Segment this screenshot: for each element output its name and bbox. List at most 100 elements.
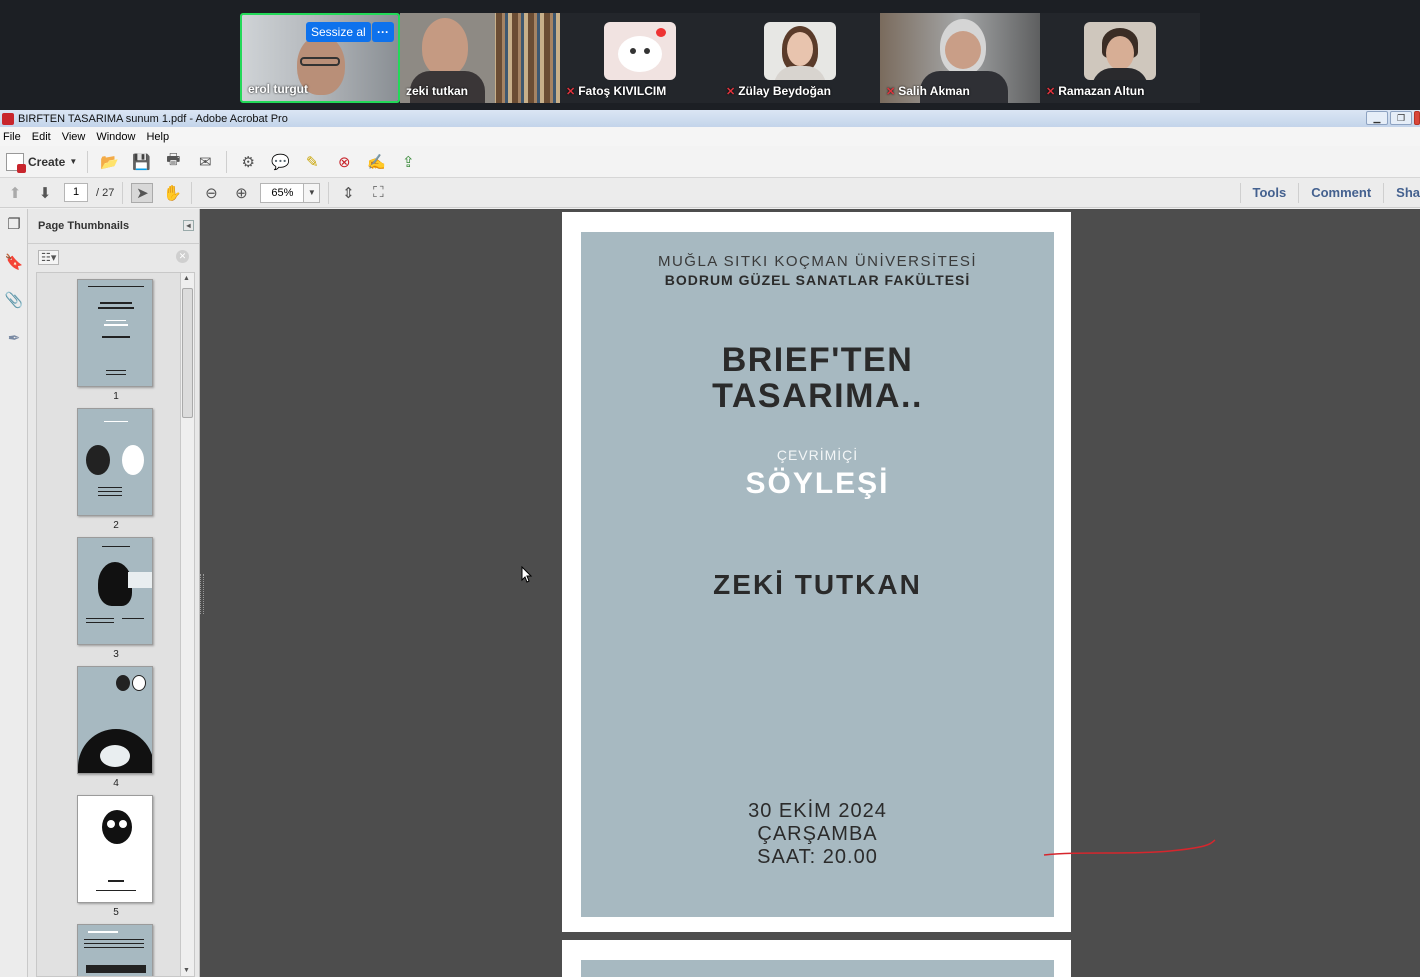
mic-muted-icon: ✕ — [566, 85, 576, 98]
save-icon[interactable]: 💾 — [130, 152, 152, 172]
participant-tile[interactable]: ✕ Ramazan Altun — [1040, 13, 1200, 103]
navigation-rail: ❐ 🔖 📎 ✒ — [0, 209, 28, 977]
participant-tile[interactable]: ✕ Fatoş KIVILCIM — [560, 13, 720, 103]
scrollbar-thumb[interactable] — [182, 288, 193, 418]
acrobat-logo-icon — [2, 112, 14, 125]
toolbar-divider — [122, 181, 124, 204]
redact-icon[interactable]: ⊗ — [333, 152, 355, 172]
thumbnail-item[interactable]: 4 — [77, 666, 155, 789]
main-toolbar: Create ▼ 📂 💾 🖶 ✉ ⚙ 💬 ✎ ⊗ ✍ ⇪ — [0, 146, 1420, 178]
select-cursor-icon[interactable]: ➤ — [131, 182, 154, 203]
print-icon[interactable]: 🖶 — [162, 151, 184, 172]
options-menu-icon[interactable]: ☷▾ — [38, 249, 60, 265]
thumbnail-list: 1 2 3 4 5 — [36, 272, 186, 977]
mouse-cursor-icon — [521, 566, 533, 583]
minimize-button[interactable]: ▁ — [1366, 111, 1388, 125]
poster-day: ÇARŞAMBA — [757, 823, 878, 845]
participant-name-text: Salih Akman — [898, 84, 970, 98]
menu-window[interactable]: Window — [96, 131, 135, 143]
participant-tile[interactable]: zeki tutkan — [400, 13, 560, 103]
menu-edit[interactable]: Edit — [32, 131, 51, 143]
sign-icon[interactable]: ✍ — [365, 152, 387, 172]
title-bar[interactable]: BIRFTEN TASARIMA sunum 1.pdf - Adobe Acr… — [0, 110, 1420, 127]
zoom-in-icon[interactable]: ⊕ — [230, 183, 252, 203]
thumbnail-image — [77, 924, 153, 976]
tab-share[interactable]: Sha — [1383, 183, 1420, 203]
attachment-icon[interactable]: 📎 — [4, 291, 24, 311]
poster-university: MUĞLA SITKI KOÇMAN ÜNİVERSİTESİ — [657, 253, 978, 270]
poster-title-line2: TASARIMA.. — [712, 377, 923, 415]
document-view[interactable]: MUĞLA SITKI KOÇMAN ÜNİVERSİTESİ BODRUM G… — [200, 209, 1420, 977]
panel-splitter[interactable] — [200, 574, 204, 614]
collapse-panel-icon[interactable]: ◂ — [183, 220, 194, 231]
highlight-icon[interactable]: ✎ — [301, 152, 323, 172]
export-icon[interactable]: ⇪ — [397, 152, 419, 172]
fit-page-icon[interactable]: ⇕ — [337, 183, 359, 203]
pdf-page — [562, 940, 1071, 977]
poster-speaker: ZEKİ TUTKAN — [713, 569, 922, 600]
page-number-input[interactable]: 1 — [64, 183, 88, 202]
avatar — [604, 22, 676, 80]
create-button[interactable]: Create ▼ — [6, 152, 78, 173]
next-page-icon[interactable]: ⬇ — [34, 183, 56, 203]
navigation-toolbar: ⬆ ⬇ 1 / 27 ➤ ✋ ⊖ ⊕ 65% ▼ ⇕ ⛶ Tools Comme… — [0, 178, 1420, 208]
hand-tool-icon[interactable]: ✋ — [161, 183, 183, 203]
participant-name: ✕ Ramazan Altun — [1046, 84, 1144, 98]
chevron-down-icon: ▼ — [69, 157, 78, 166]
scroll-down-icon[interactable]: ▼ — [183, 967, 190, 974]
poster-time: SAAT: 20.00 — [757, 846, 878, 868]
toolbar-divider — [328, 181, 330, 204]
zoom-level-input[interactable]: 65% — [260, 182, 305, 203]
gear-icon[interactable]: ⚙ — [237, 152, 259, 172]
acrobat-window: BIRFTEN TASARIMA sunum 1.pdf - Adobe Acr… — [0, 110, 1420, 977]
participant-name: ✕ Fatoş KIVILCIM — [566, 84, 666, 98]
mic-muted-icon: ✕ — [726, 85, 736, 98]
menu-file[interactable]: File — [3, 131, 21, 143]
fit-width-icon[interactable]: ⛶ — [367, 183, 389, 203]
thumbnail-scrollbar[interactable]: ▲ ▼ — [180, 272, 195, 977]
thumbnail-page-number: 2 — [113, 520, 119, 531]
menu-help[interactable]: Help — [146, 131, 169, 143]
participant-tile[interactable]: Sessize al ··· erol turgut — [240, 13, 400, 103]
page-thumbnails-panel: Page Thumbnails ◂ ☷▾ ✕ 1 2 3 4 5 ▲ ▼ — [28, 209, 200, 977]
poster-title: BRIEF'TEN TASARIMA.. — [581, 342, 1054, 414]
panel-title: Page Thumbnails — [38, 220, 130, 232]
previous-page-icon[interactable]: ⬆ — [4, 183, 26, 203]
page-thumbnails-icon[interactable]: ❐ — [4, 215, 24, 235]
scroll-up-icon[interactable]: ▲ — [183, 275, 190, 282]
thumbnail-page-number: 4 — [113, 778, 119, 789]
restore-button[interactable]: ❐ — [1390, 111, 1412, 125]
close-button[interactable] — [1414, 111, 1420, 125]
signature-icon[interactable]: ✒ — [4, 329, 24, 349]
mic-muted-icon: ✕ — [886, 85, 896, 98]
avatar — [764, 22, 836, 80]
thumbnail-item[interactable]: 3 — [77, 537, 155, 660]
participant-tile[interactable]: ✕ Zülay Beydoğan — [720, 13, 880, 103]
thumbnail-image — [77, 795, 153, 903]
thumbnail-page-number: 1 — [113, 391, 119, 402]
mute-participant-button[interactable]: Sessize al — [306, 22, 371, 42]
video-strip: Sessize al ··· erol turgut zeki tutkan ✕… — [0, 0, 1420, 110]
poster: MUĞLA SITKI KOÇMAN ÜNİVERSİTESİ BODRUM G… — [581, 232, 1054, 917]
thumbnail-item[interactable]: 1 — [77, 279, 155, 402]
thumbnail-item[interactable]: 2 — [77, 408, 155, 531]
email-icon[interactable]: ✉ — [194, 152, 216, 172]
annotation-stroke — [1043, 839, 1216, 856]
menu-view[interactable]: View — [62, 131, 86, 143]
zoom-out-icon[interactable]: ⊖ — [200, 183, 222, 203]
participant-name: zeki tutkan — [406, 84, 468, 98]
bookmark-icon[interactable]: 🔖 — [4, 253, 24, 273]
participant-tile[interactable]: ✕ Salih Akman — [880, 13, 1040, 103]
close-panel-icon[interactable]: ✕ — [176, 250, 189, 263]
participant-name: ✕ Zülay Beydoğan — [726, 84, 831, 98]
thumbnail-item[interactable] — [77, 924, 155, 976]
comment-icon[interactable]: 💬 — [269, 152, 291, 172]
thumbnail-page-number: 3 — [113, 649, 119, 660]
thumbnail-item[interactable]: 5 — [77, 795, 155, 918]
tab-tools[interactable]: Tools — [1239, 183, 1299, 203]
tab-comment[interactable]: Comment — [1298, 183, 1383, 203]
zoom-dropdown-icon[interactable]: ▼ — [304, 182, 321, 203]
open-folder-icon[interactable]: 📂 — [98, 152, 120, 172]
more-options-button[interactable]: ··· — [372, 22, 394, 42]
avatar — [1084, 22, 1156, 80]
